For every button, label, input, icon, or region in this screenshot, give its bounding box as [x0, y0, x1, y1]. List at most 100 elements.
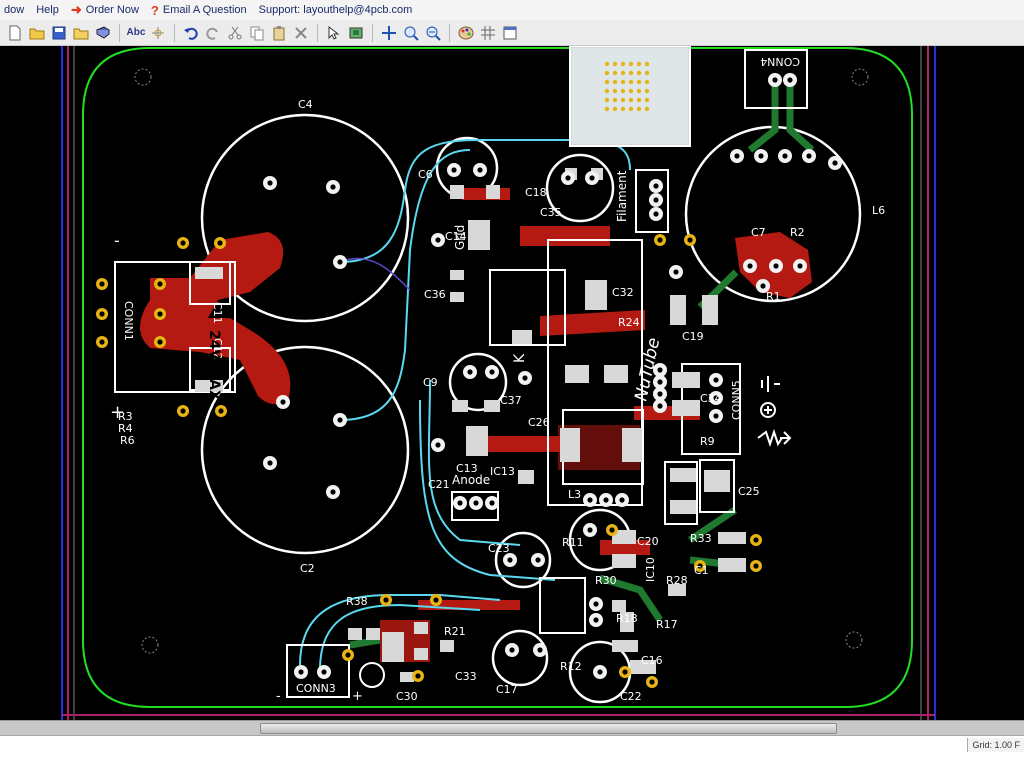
label-c34: C34 — [700, 392, 722, 405]
nutube-pin — [620, 106, 626, 112]
nutube-pin — [636, 97, 642, 103]
book-button[interactable] — [93, 23, 113, 43]
nutube-pin — [644, 88, 650, 94]
copy-icon — [250, 26, 264, 40]
through-hole-pad — [769, 259, 783, 273]
through-hole-pad — [473, 163, 487, 177]
label-r18: R18 — [616, 612, 638, 625]
menu-order-now[interactable]: ➜ Order Now — [67, 2, 147, 18]
save-icon — [52, 26, 66, 39]
nutube-pin — [604, 88, 610, 94]
menu-email-question[interactable]: ? Email A Question — [147, 3, 255, 18]
through-hole-pad — [505, 643, 519, 657]
label-r9: R9 — [700, 435, 715, 448]
menu-help[interactable]: Help — [32, 4, 67, 16]
undo-button[interactable] — [181, 23, 201, 43]
through-hole-pad — [709, 373, 723, 387]
label-c4: C4 — [298, 98, 313, 111]
move-button[interactable] — [379, 23, 399, 43]
through-hole-pad — [333, 255, 347, 269]
label-r17: R17 — [656, 618, 678, 631]
through-hole-pad — [750, 560, 762, 572]
zoom-out-button[interactable] — [423, 23, 443, 43]
menu-order-now-label: Order Now — [85, 4, 139, 16]
horizontal-scrollbar[interactable] — [0, 720, 1024, 735]
text-tool-button[interactable]: Abc — [126, 23, 146, 43]
through-hole-pad — [793, 259, 807, 273]
label-c20: C20 — [637, 535, 659, 548]
pcb-board-view[interactable]: C4 C2 L6 CONN4 CONN1 CONN5 CONN3 C6 C18 … — [0, 46, 1024, 720]
through-hole-pad — [154, 308, 166, 320]
redo-button[interactable] — [203, 23, 223, 43]
label-c19: C19 — [682, 330, 704, 343]
menu-help-label: Help — [36, 4, 59, 16]
nutube-pin — [604, 70, 610, 76]
nutube-pin — [636, 70, 642, 76]
through-hole-pad — [653, 399, 667, 413]
new-file-icon — [9, 25, 21, 40]
status-bar: Grid: 1.00 F — [0, 735, 1024, 769]
nutube-pin — [628, 88, 634, 94]
label-c23: C23 — [488, 542, 510, 555]
nutube-pin — [628, 106, 634, 112]
nutube-pin — [620, 88, 626, 94]
nutube-pin — [628, 70, 634, 76]
through-hole-pad — [154, 278, 166, 290]
grid-readout: Grid: 1.00 F — [967, 738, 1024, 752]
pcb-canvas[interactable]: C4 C2 L6 CONN4 CONN1 CONN5 CONN3 C6 C18 … — [0, 46, 1024, 720]
nutube-pin — [604, 106, 610, 112]
label-ic13: IC13 — [490, 465, 515, 478]
label-conn3-minus: - — [276, 689, 281, 704]
grid-snap-button[interactable] — [148, 23, 168, 43]
through-hole-pad — [177, 405, 189, 417]
label-c11: C11 — [211, 302, 224, 324]
through-hole-pad — [214, 237, 226, 249]
nutube-pin — [628, 97, 634, 103]
support-text-label: Support: layouthelp@4pcb.com — [258, 4, 413, 16]
through-hole-pad — [593, 665, 607, 679]
save-button[interactable] — [49, 23, 69, 43]
nutube-pin — [604, 61, 610, 67]
window-button[interactable] — [500, 23, 520, 43]
zoom-in-button[interactable] — [401, 23, 421, 43]
through-hole-pad — [485, 496, 499, 510]
toolbar-separator — [449, 23, 450, 42]
layers-button[interactable] — [346, 23, 366, 43]
through-hole-pad — [649, 179, 663, 193]
label-conn1: CONN1 — [122, 301, 135, 341]
label-l3: L3 — [568, 488, 581, 501]
arrow-right-icon: ➜ — [70, 2, 82, 17]
grid-button[interactable] — [478, 23, 498, 43]
delete-button[interactable] — [291, 23, 311, 43]
through-hole-pad — [778, 149, 792, 163]
palette-icon — [458, 26, 474, 39]
label-k: K — [512, 353, 528, 363]
through-hole-pad — [583, 523, 597, 537]
through-hole-pad — [533, 643, 547, 657]
color-palette-button[interactable] — [456, 23, 476, 43]
through-hole-pad — [326, 180, 340, 194]
label-c21: C21 — [428, 478, 450, 491]
scroll-thumb[interactable] — [260, 723, 837, 734]
pointer-icon — [328, 25, 340, 40]
menu-window[interactable]: dow — [0, 4, 32, 16]
support-text: Support: layouthelp@4pcb.com — [255, 4, 421, 16]
open-file-button[interactable] — [27, 23, 47, 43]
copy-button[interactable] — [247, 23, 267, 43]
label-ic10: IC10 — [644, 557, 657, 582]
through-hole-pad — [561, 171, 575, 185]
through-hole-pad — [649, 193, 663, 207]
label-c22: C22 — [620, 690, 642, 703]
label-neg: - — [114, 231, 120, 250]
through-hole-pad — [768, 73, 782, 87]
select-button[interactable] — [324, 23, 344, 43]
redo-icon — [206, 27, 218, 40]
cut-button[interactable] — [225, 23, 245, 43]
new-file-button[interactable] — [5, 23, 25, 43]
paste-button[interactable] — [269, 23, 289, 43]
label-r6: R6 — [120, 434, 135, 447]
library-button[interactable] — [71, 23, 91, 43]
nutube-pin — [636, 61, 642, 67]
nutube-pin — [604, 97, 610, 103]
through-hole-pad — [619, 666, 631, 678]
